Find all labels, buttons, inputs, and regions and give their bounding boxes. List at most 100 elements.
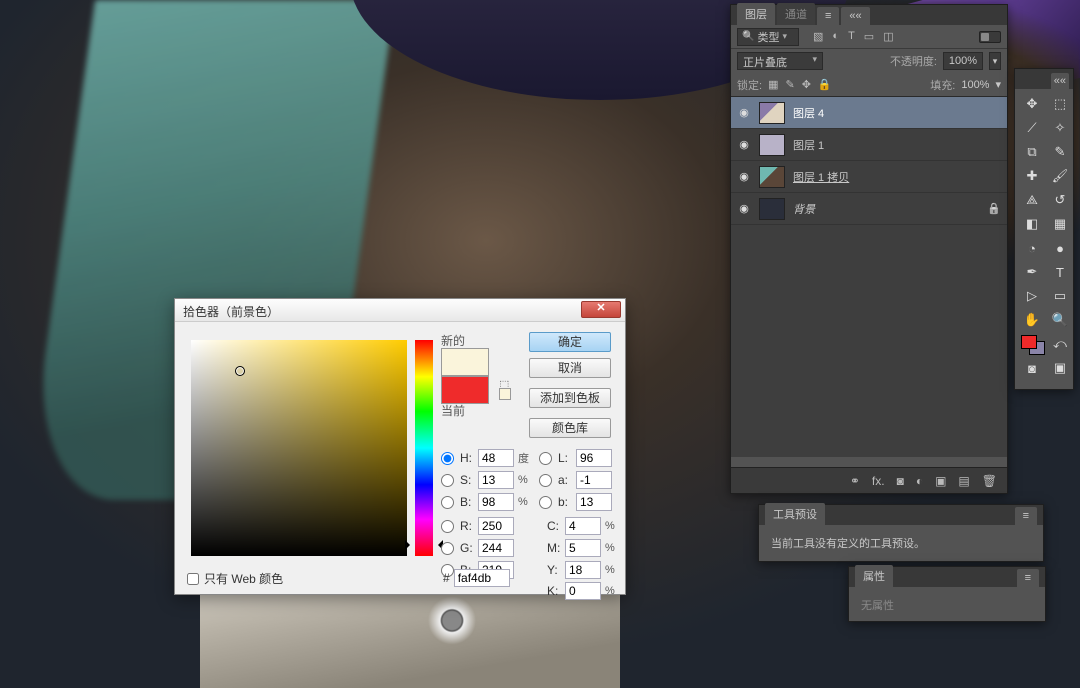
lock-pixels-icon[interactable]: ✎ [785,78,794,91]
panel-menu-icon[interactable]: ≡ [1015,507,1037,525]
pen-tool-icon[interactable]: ✒ [1019,261,1045,283]
layer-row[interactable]: 背景 [731,193,1007,225]
filter-type-icon[interactable]: T [848,30,855,43]
color-libraries-button[interactable]: 颜色库 [529,418,611,438]
link-layers-icon[interactable]: ⚭ [850,474,860,488]
tab-channels[interactable]: 通道 [777,3,815,25]
close-button[interactable] [581,301,621,318]
layer-row[interactable]: 图层 4 [731,97,1007,129]
collapse-panel-icon[interactable]: «« [841,7,869,25]
layer-thumbnail[interactable] [759,166,785,188]
a-input[interactable] [576,471,612,489]
radio-l[interactable] [539,452,552,465]
type-tool-icon[interactable]: T [1047,261,1073,283]
blend-mode-dropdown[interactable]: 正片叠底 [737,52,823,70]
visibility-icon[interactable] [737,202,751,215]
bhsb-input[interactable] [478,493,514,511]
s-input[interactable] [478,471,514,489]
filter-smart-icon[interactable]: ◫ [883,30,893,43]
current-color-swatch[interactable] [441,376,489,404]
fx-icon[interactable]: fx. [872,474,885,488]
layer-thumbnail[interactable] [759,198,785,220]
path-tool-icon[interactable]: ▷ [1019,285,1045,307]
fill-stepper[interactable]: ▾ [995,78,1001,91]
opacity-stepper[interactable]: ▾ [989,52,1001,70]
add-to-swatches-button[interactable]: 添加到色板 [529,388,611,408]
g-input[interactable] [478,539,514,557]
adjust-icon[interactable]: ◐ [916,474,923,488]
eraser-tool-icon[interactable]: ◧ [1019,213,1045,235]
r-input[interactable] [478,517,514,535]
visibility-icon[interactable] [737,138,751,151]
hue-slider-thumb[interactable] [409,540,439,550]
heal-tool-icon[interactable]: ✚ [1019,165,1045,187]
radio-b-lab[interactable] [539,496,552,509]
layer-filter-kind[interactable]: 类型 [737,28,799,46]
layer-thumbnail[interactable] [759,134,785,156]
visibility-icon[interactable] [737,106,751,119]
k-input[interactable] [565,582,601,600]
visibility-icon[interactable] [737,170,751,183]
move-tool-icon[interactable]: ✥ [1019,93,1045,115]
zoom-tool-icon[interactable]: 🔍 [1047,309,1073,331]
ok-button[interactable]: 确定 [529,332,611,352]
screenmode-icon[interactable]: ▣ [1047,357,1073,379]
dodge-tool-icon[interactable]: ● [1047,237,1073,259]
panel-menu-icon[interactable]: ≡ [1017,569,1039,587]
layer-name[interactable]: 图层 1 [793,137,824,153]
foreground-color-swatch[interactable] [1021,335,1037,349]
opacity-value[interactable]: 100% [943,52,983,70]
tab-layers[interactable]: 图层 [737,3,775,25]
filter-shape-icon[interactable]: ▭ [864,30,874,43]
mask-icon[interactable]: ◙ [897,474,904,488]
lock-all-icon[interactable]: 🔒 [818,78,832,91]
brush-tool-icon[interactable]: 🖌 [1047,165,1073,187]
tab-properties[interactable]: 属性 [855,565,893,587]
radio-a[interactable] [539,474,552,487]
layer-name[interactable]: 图层 4 [793,105,824,121]
foreground-background-swatch[interactable] [1019,333,1045,355]
l-input[interactable] [576,449,612,467]
radio-r[interactable] [441,520,454,533]
swap-colors-icon[interactable]: ⤺ [1047,333,1073,355]
blab-input[interactable] [576,493,612,511]
layer-name[interactable]: 图层 1 拷贝 [793,169,849,185]
blur-tool-icon[interactable]: ◔ [1019,237,1045,259]
stamp-tool-icon[interactable]: ⟁ [1019,189,1045,211]
tab-tool-presets[interactable]: 工具预设 [765,503,825,525]
layer-row[interactable]: 图层 1 [731,129,1007,161]
shape-tool-icon[interactable]: ▭ [1047,285,1073,307]
hue-slider[interactable] [415,340,433,556]
y-input[interactable] [565,561,601,579]
panel-menu-icon[interactable]: ≡ [817,7,839,25]
radio-g[interactable] [441,542,454,555]
websafe-swatch[interactable] [499,388,511,400]
radio-h[interactable] [441,452,454,465]
web-only-checkbox[interactable] [187,573,199,585]
wand-tool-icon[interactable]: ✧ [1047,117,1073,139]
gradient-tool-icon[interactable]: ▦ [1047,213,1073,235]
c-input[interactable] [565,517,601,535]
new-layer-icon[interactable]: ▤ [958,474,969,488]
history-brush-icon[interactable]: ↺ [1047,189,1073,211]
quickmask-icon[interactable]: ◙ [1019,357,1045,379]
eyedropper-tool-icon[interactable]: ✎ [1047,141,1073,163]
m-input[interactable] [565,539,601,557]
filter-toggle[interactable] [979,31,1001,43]
fill-value[interactable]: 100% [961,79,989,91]
cancel-button[interactable]: 取消 [529,358,611,378]
radio-s[interactable] [441,474,454,487]
lasso-tool-icon[interactable]: ⟋ [1019,117,1045,139]
layer-thumbnail[interactable] [759,102,785,124]
lock-pos-icon[interactable]: ✥ [802,78,811,91]
filter-pixel-icon[interactable]: ▧ [813,30,823,43]
collapse-panel-icon[interactable]: «« [1051,73,1069,89]
hex-input[interactable] [454,569,510,587]
delete-icon[interactable]: 🗑 [982,474,997,488]
sv-cursor[interactable] [235,366,245,376]
layer-name[interactable]: 背景 [793,201,815,217]
hand-tool-icon[interactable]: ✋ [1019,309,1045,331]
crop-tool-icon[interactable]: ⧉ [1019,141,1045,163]
group-icon[interactable]: ▣ [935,474,946,488]
layer-row[interactable]: 图层 1 拷贝 [731,161,1007,193]
